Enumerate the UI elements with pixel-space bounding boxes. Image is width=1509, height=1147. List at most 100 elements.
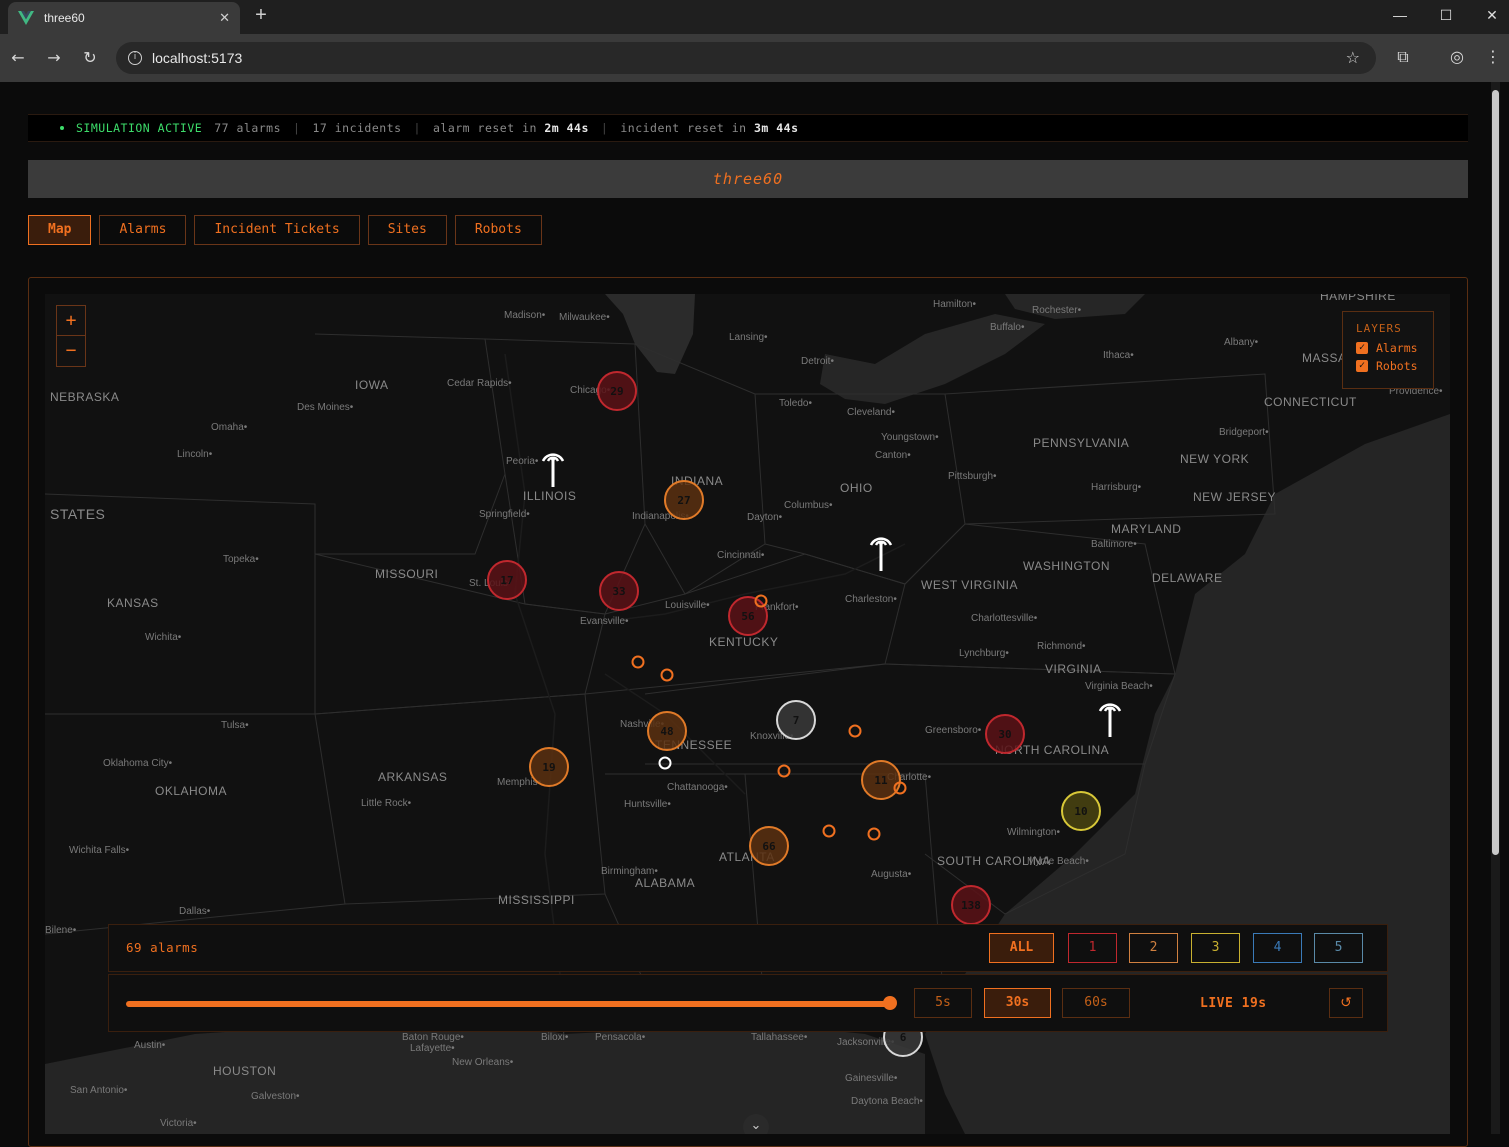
cluster-count: 19 [542,761,555,774]
cluster-count: 33 [612,585,625,598]
alarm-cluster-marker[interactable]: 48 [647,711,687,751]
cluster-count: 30 [998,728,1011,741]
alarm-cluster-marker[interactable]: 66 [749,826,789,866]
layer-alarms-label: Alarms [1376,341,1418,355]
maximize-icon[interactable]: ☐ [1423,0,1469,30]
timeline-slider-handle[interactable] [883,996,897,1010]
vue-logo-icon [18,11,34,25]
tab-title: three60 [44,11,85,25]
filter-severity-2-button[interactable]: 2 [1129,933,1178,963]
filter-all-button[interactable]: ALL [989,933,1054,963]
main-nav: Map Alarms Incident Tickets Sites Robots [28,215,542,245]
browser-toolbar: ← → ↻ i localhost:5173 ☆ ⧉ ◎ ⋮ [0,34,1509,82]
cluster-count: 7 [793,714,800,727]
tab-sites[interactable]: Sites [367,215,447,245]
alarm-reset-time: 2m 44s [544,121,589,135]
page-scrollbar[interactable] [1491,82,1500,1134]
zoom-out-button[interactable]: − [57,336,85,366]
incident-reset-label: incident reset in [620,121,747,135]
filter-severity-3-button[interactable]: 3 [1191,933,1240,963]
filter-severity-4-button[interactable]: 4 [1253,933,1302,963]
alarm-cluster-marker[interactable]: 17 [487,560,527,600]
menu-icon[interactable]: ⋮ [1482,46,1504,68]
simulation-status: SIMULATION ACTIVE [76,121,203,135]
tab-robots[interactable]: Robots [454,215,542,245]
close-window-icon[interactable]: ✕ [1469,0,1509,30]
cluster-count: 27 [677,494,690,507]
alarm-cluster-marker[interactable]: 27 [664,480,704,520]
alarm-cluster-marker[interactable]: 30 [985,714,1025,754]
back-icon[interactable]: ← [6,46,30,70]
alarm-dot-marker[interactable] [822,824,836,838]
bookmark-star-icon[interactable]: ☆ [1346,48,1360,67]
new-tab-button[interactable]: + [250,4,272,26]
incident-count: 17 incidents [312,121,402,135]
cluster-count: 56 [741,610,755,623]
incident-reset-time: 3m 44s [753,121,799,135]
tab-alarms[interactable]: Alarms [99,215,187,245]
profile-icon[interactable]: ◎ [1446,46,1468,68]
severity-filter-bar: 69 alarms ALL 1 2 3 4 5 [108,924,1388,972]
alarm-cluster-marker[interactable]: 10 [1061,791,1101,831]
browser-tabbar: three60 ✕ + — ☐ ✕ [0,0,1509,34]
window-30s-button[interactable]: 30s [984,988,1051,1018]
simulation-status-bar: SIMULATION ACTIVE 77 alarms | 17 inciden… [28,114,1468,142]
alarm-cluster-marker[interactable]: 19 [529,747,569,787]
url-text: localhost:5173 [152,50,243,66]
alarm-reset-label: alarm reset in [432,121,537,135]
alarm-cluster-marker[interactable]: 56 [728,596,768,636]
filtered-alarm-count: 69 alarms [126,940,199,955]
tab-incident-tickets[interactable]: Incident Tickets [194,215,360,245]
tab-map[interactable]: Map [28,215,92,245]
layers-title: LAYERS [1356,322,1402,335]
checkbox-checked-icon[interactable]: ✓ [1356,342,1368,354]
address-bar[interactable]: i localhost:5173 ☆ [116,42,1376,74]
checkbox-checked-icon[interactable]: ✓ [1356,360,1368,372]
zoom-control: + − [56,305,86,367]
timeline-bar: 5s 30s 60s LIVE 19s ↺ [108,974,1388,1032]
cluster-count: 138 [961,899,981,912]
alarm-count: 77 alarms [214,121,282,135]
robot-antenna-icon[interactable] [541,453,565,487]
live-indicator: LIVE 19s [1200,996,1267,1011]
layer-robots-toggle[interactable]: ✓ Robots [1356,359,1433,373]
cluster-count: 17 [500,574,513,587]
cluster-count: 66 [762,840,776,853]
chevron-down-icon[interactable]: ⌄ [743,1114,769,1134]
close-tab-icon[interactable]: ✕ [219,10,230,26]
cluster-count: 10 [1074,805,1087,818]
alarm-cluster-marker[interactable]: 33 [599,571,639,611]
alarm-dot-marker[interactable] [848,724,862,738]
site-info-icon[interactable]: i [128,51,142,65]
layer-alarms-toggle[interactable]: ✓ Alarms [1356,341,1433,355]
robot-antenna-icon[interactable] [1098,703,1122,737]
layer-robots-label: Robots [1376,359,1418,373]
forward-icon[interactable]: → [42,46,66,70]
search-tabs-icon[interactable]: ⧉ [1392,46,1414,68]
layers-panel: LAYERS ✓ Alarms ✓ Robots [1342,311,1434,389]
minimize-icon[interactable]: — [1377,0,1423,30]
window-60s-button[interactable]: 60s [1062,988,1130,1018]
map-canvas[interactable]: NEBRASKA IOWA ILLINOIS INDIANA OHIO PENNSYLVA… [45,294,1450,1134]
browser-tab[interactable]: three60 ✕ [8,2,240,34]
reload-icon[interactable]: ↻ [78,46,102,70]
cluster-count: 48 [660,725,673,738]
alarm-dot-marker[interactable] [660,668,674,682]
filter-severity-5-button[interactable]: 5 [1314,933,1363,963]
alarm-dot-marker[interactable] [631,655,645,669]
alarm-dot-marker[interactable] [777,764,791,778]
alarm-cluster-marker[interactable]: 7 [776,700,816,740]
zoom-in-button[interactable]: + [57,306,85,336]
filter-severity-1-button[interactable]: 1 [1068,933,1117,963]
app-title: three60 [28,160,1468,198]
alarm-cluster-marker[interactable]: 11 [861,760,901,800]
reset-timeline-button[interactable]: ↺ [1329,988,1363,1018]
alarm-dot-marker[interactable] [867,827,881,841]
window-5s-button[interactable]: 5s [914,988,972,1018]
alarm-cluster-marker[interactable]: 138 [951,885,991,925]
robot-antenna-icon[interactable] [869,537,893,571]
cluster-count: 11 [874,774,888,787]
alarm-dot-marker[interactable] [658,756,672,770]
alarm-cluster-marker[interactable]: 29 [597,371,637,411]
timeline-slider-track[interactable] [126,1001,891,1007]
